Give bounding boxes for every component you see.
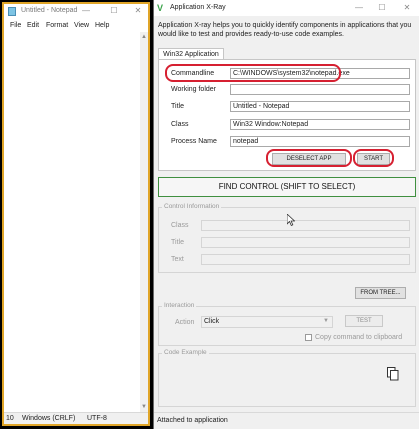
encoding: UTF-8 xyxy=(87,415,107,422)
copy-icon[interactable] xyxy=(387,367,399,381)
maximize-icon[interactable]: ☐ xyxy=(108,5,120,17)
menu-file[interactable]: File xyxy=(10,22,21,29)
minimize-icon[interactable]: — xyxy=(80,5,92,17)
line-endings: Windows (CRLF) xyxy=(22,415,76,422)
scroll-up-icon[interactable]: ▲ xyxy=(141,34,147,40)
find-control-button[interactable]: FIND CONTROL (SHIFT TO SELECT) xyxy=(158,177,416,197)
notepad-title: Untitled - Notepad xyxy=(21,7,78,14)
start-highlight xyxy=(353,149,394,167)
interaction-title: Interaction xyxy=(162,302,197,309)
code-example-group xyxy=(158,353,416,407)
chevron-down-icon: ▼ xyxy=(323,318,329,324)
working-folder-label: Working folder xyxy=(171,86,217,93)
close-icon[interactable]: ✕ xyxy=(401,2,413,14)
menu-edit[interactable]: Edit xyxy=(27,22,39,29)
xray-window: V Application X-Ray — ☐ ✕ Application X-… xyxy=(153,0,419,429)
minimize-icon[interactable]: — xyxy=(353,2,365,14)
deselect-highlight xyxy=(266,149,352,167)
xray-statusbar: Attached to application xyxy=(154,412,419,429)
control-information-title: Control Information xyxy=(162,203,222,210)
notepad-frame: Untitled - Notepad — ☐ ✕ File Edit Forma… xyxy=(2,2,150,426)
menu-help[interactable]: Help xyxy=(95,22,109,29)
notepad-menubar: File Edit Format View Help xyxy=(4,20,148,32)
maximize-icon[interactable]: ☐ xyxy=(376,2,388,14)
notepad-titlebar[interactable]: Untitled - Notepad — ☐ ✕ xyxy=(4,4,148,18)
xray-title: Application X-Ray xyxy=(170,4,226,11)
notepad-app-icon xyxy=(8,7,16,16)
mouse-cursor-icon xyxy=(287,214,295,226)
title-field[interactable]: Untitled - Notepad xyxy=(230,101,410,112)
xray-logo-icon: V xyxy=(157,3,164,13)
notepad-window: Untitled - Notepad — ☐ ✕ File Edit Forma… xyxy=(0,0,153,429)
menu-format[interactable]: Format xyxy=(46,22,68,29)
xray-description: Application X-ray helps you to quickly i… xyxy=(158,22,412,38)
action-select[interactable]: Click ▼ xyxy=(201,316,333,328)
control-class-field xyxy=(201,220,410,231)
zoom-level: 100 xyxy=(6,415,14,422)
code-example-title: Code Example xyxy=(162,349,209,356)
working-folder-field[interactable] xyxy=(230,84,410,95)
control-title-field xyxy=(201,237,410,248)
action-select-value: Click xyxy=(204,318,220,325)
scroll-down-icon[interactable]: ▼ xyxy=(141,404,147,410)
menu-view[interactable]: View xyxy=(74,22,89,29)
process-name-field[interactable]: notepad xyxy=(230,136,410,147)
notepad-text-area[interactable] xyxy=(4,32,140,412)
control-text-label: Text xyxy=(171,256,184,263)
process-name-label: Process Name xyxy=(171,138,217,145)
status-text: Attached to application xyxy=(157,417,228,424)
control-class-label: Class xyxy=(171,222,189,229)
close-icon[interactable]: ✕ xyxy=(132,5,144,17)
xray-titlebar[interactable]: V Application X-Ray — ☐ ✕ xyxy=(154,0,419,16)
commandline-highlight xyxy=(165,64,341,82)
control-text-field xyxy=(201,254,410,265)
title-label: Title xyxy=(171,103,184,110)
notepad-statusbar: 100 Windows (CRLF) UTF-8 xyxy=(4,412,148,424)
control-title-label: Title xyxy=(171,239,184,246)
notepad-vertical-scrollbar[interactable]: ▲ ▼ xyxy=(140,32,148,412)
copy-command-label: Copy command to clipboard xyxy=(315,334,403,341)
action-label: Action xyxy=(175,319,195,326)
test-button[interactable]: TEST xyxy=(345,315,383,327)
class-label: Class xyxy=(171,121,189,128)
copy-command-checkbox[interactable] xyxy=(305,334,312,341)
from-tree-button[interactable]: FROM TREE... xyxy=(355,287,406,299)
class-field[interactable]: Win32 Window:Notepad xyxy=(230,119,410,130)
